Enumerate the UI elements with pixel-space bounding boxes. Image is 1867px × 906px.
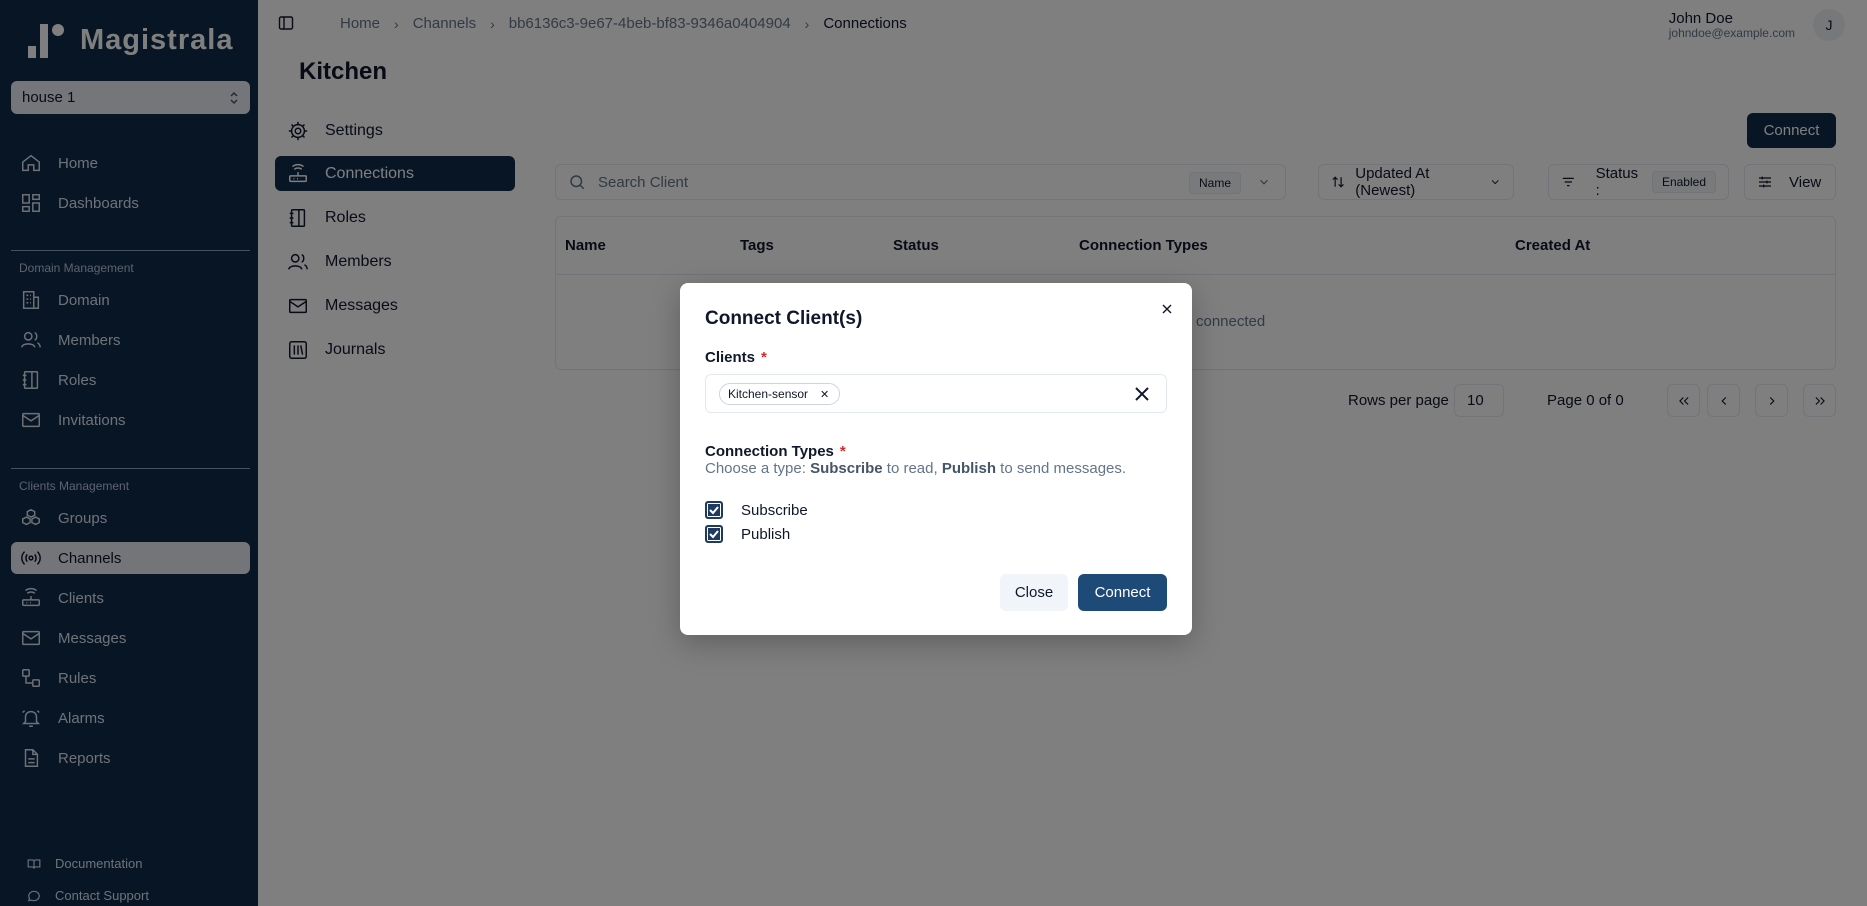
clients-label-text: Clients [705,349,756,366]
clear-selection-icon[interactable] [1133,385,1151,403]
publish-option[interactable]: Publish [705,525,790,543]
dialog-connect-button[interactable]: Connect [1078,574,1167,611]
clients-multiselect[interactable]: Kitchen-sensor ✕ [705,374,1167,413]
check-icon [709,506,719,515]
check-icon [709,530,719,539]
connection-types-hint: Choose a type: Subscribe to read, Publis… [705,460,1126,477]
subscribe-label: Subscribe [741,501,808,519]
hint-suffix: to send messages. [995,460,1127,477]
close-button[interactable]: Close [1000,574,1068,611]
close-icon[interactable] [1159,301,1175,317]
clients-field-label: Clients * [705,349,767,366]
remove-chip-icon[interactable]: ✕ [820,388,829,401]
publish-checkbox[interactable] [705,525,723,543]
connection-types-label-text: Connection Types [705,443,834,460]
client-chip: Kitchen-sensor ✕ [719,383,841,405]
subscribe-option[interactable]: Subscribe [705,501,808,519]
publish-label: Publish [741,525,791,543]
connection-types-label: Connection Types * [705,443,846,460]
hint-mid: to read, [882,460,942,477]
required-marker: * [761,349,767,366]
hint-publish: Publish [941,460,996,477]
client-chip-label: Kitchen-sensor [728,387,809,401]
required-marker: * [839,443,846,460]
hint-prefix: Choose a type: [705,460,811,477]
connect-clients-dialog: Connect Client(s) Clients * Kitchen-senso… [680,283,1192,635]
subscribe-checkbox[interactable] [705,501,723,519]
hint-subscribe: Subscribe [810,460,883,477]
dialog-title: Connect Client(s) [705,308,863,329]
